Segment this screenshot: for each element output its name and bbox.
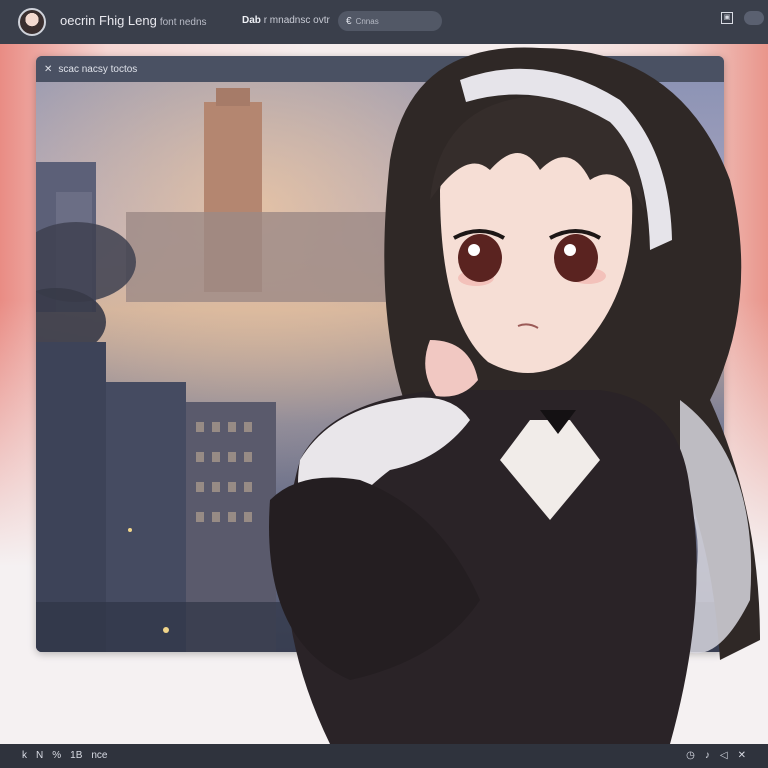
character-illustration <box>240 40 768 744</box>
app-subtitle: font nedns <box>159 17 207 28</box>
avatar[interactable] <box>18 8 46 36</box>
top-bar: oecrin Fhig Leng font nedns Dab r mnadnsc… <box>0 0 768 44</box>
close-icon[interactable]: ✕ <box>738 750 746 761</box>
bottom-left-controls: k N % 1B nce <box>22 750 108 761</box>
search-placeholder: Cnnas <box>355 16 379 26</box>
toggle-pill[interactable] <box>744 11 764 25</box>
bottom-right-controls: ◷ ♪ ◁ ✕ <box>686 750 746 761</box>
search-icon: € <box>346 15 352 27</box>
window-title: scac nacsy toctos <box>58 63 138 75</box>
back-icon[interactable]: ◁ <box>720 750 728 761</box>
window-icon[interactable]: ▣ <box>721 12 733 24</box>
bottom-item-2[interactable]: N <box>36 750 43 761</box>
bottom-item-3[interactable]: % <box>52 750 61 761</box>
nav-label-rest: r mnadnsc ovtr <box>263 15 330 26</box>
bottom-item-4[interactable]: 1B <box>70 750 82 761</box>
app-title-text: oecrin Fhig Leng <box>60 13 157 28</box>
search-input[interactable]: € Cnnas <box>338 11 442 31</box>
nav-label-bold: Dab <box>242 15 261 26</box>
bottom-item-1[interactable]: k <box>22 750 27 761</box>
bottom-bar: k N % 1B nce ◷ ♪ ◁ ✕ <box>0 744 768 768</box>
clock-icon[interactable]: ◷ <box>686 750 695 761</box>
close-icon[interactable]: ✕ <box>44 64 52 75</box>
bottom-item-5: nce <box>91 750 108 761</box>
nav-label[interactable]: Dab r mnadnsc ovtr <box>242 15 330 26</box>
music-icon[interactable]: ♪ <box>705 750 710 761</box>
character-figure <box>269 47 760 744</box>
app-title: oecrin Fhig Leng font nedns <box>60 13 207 28</box>
